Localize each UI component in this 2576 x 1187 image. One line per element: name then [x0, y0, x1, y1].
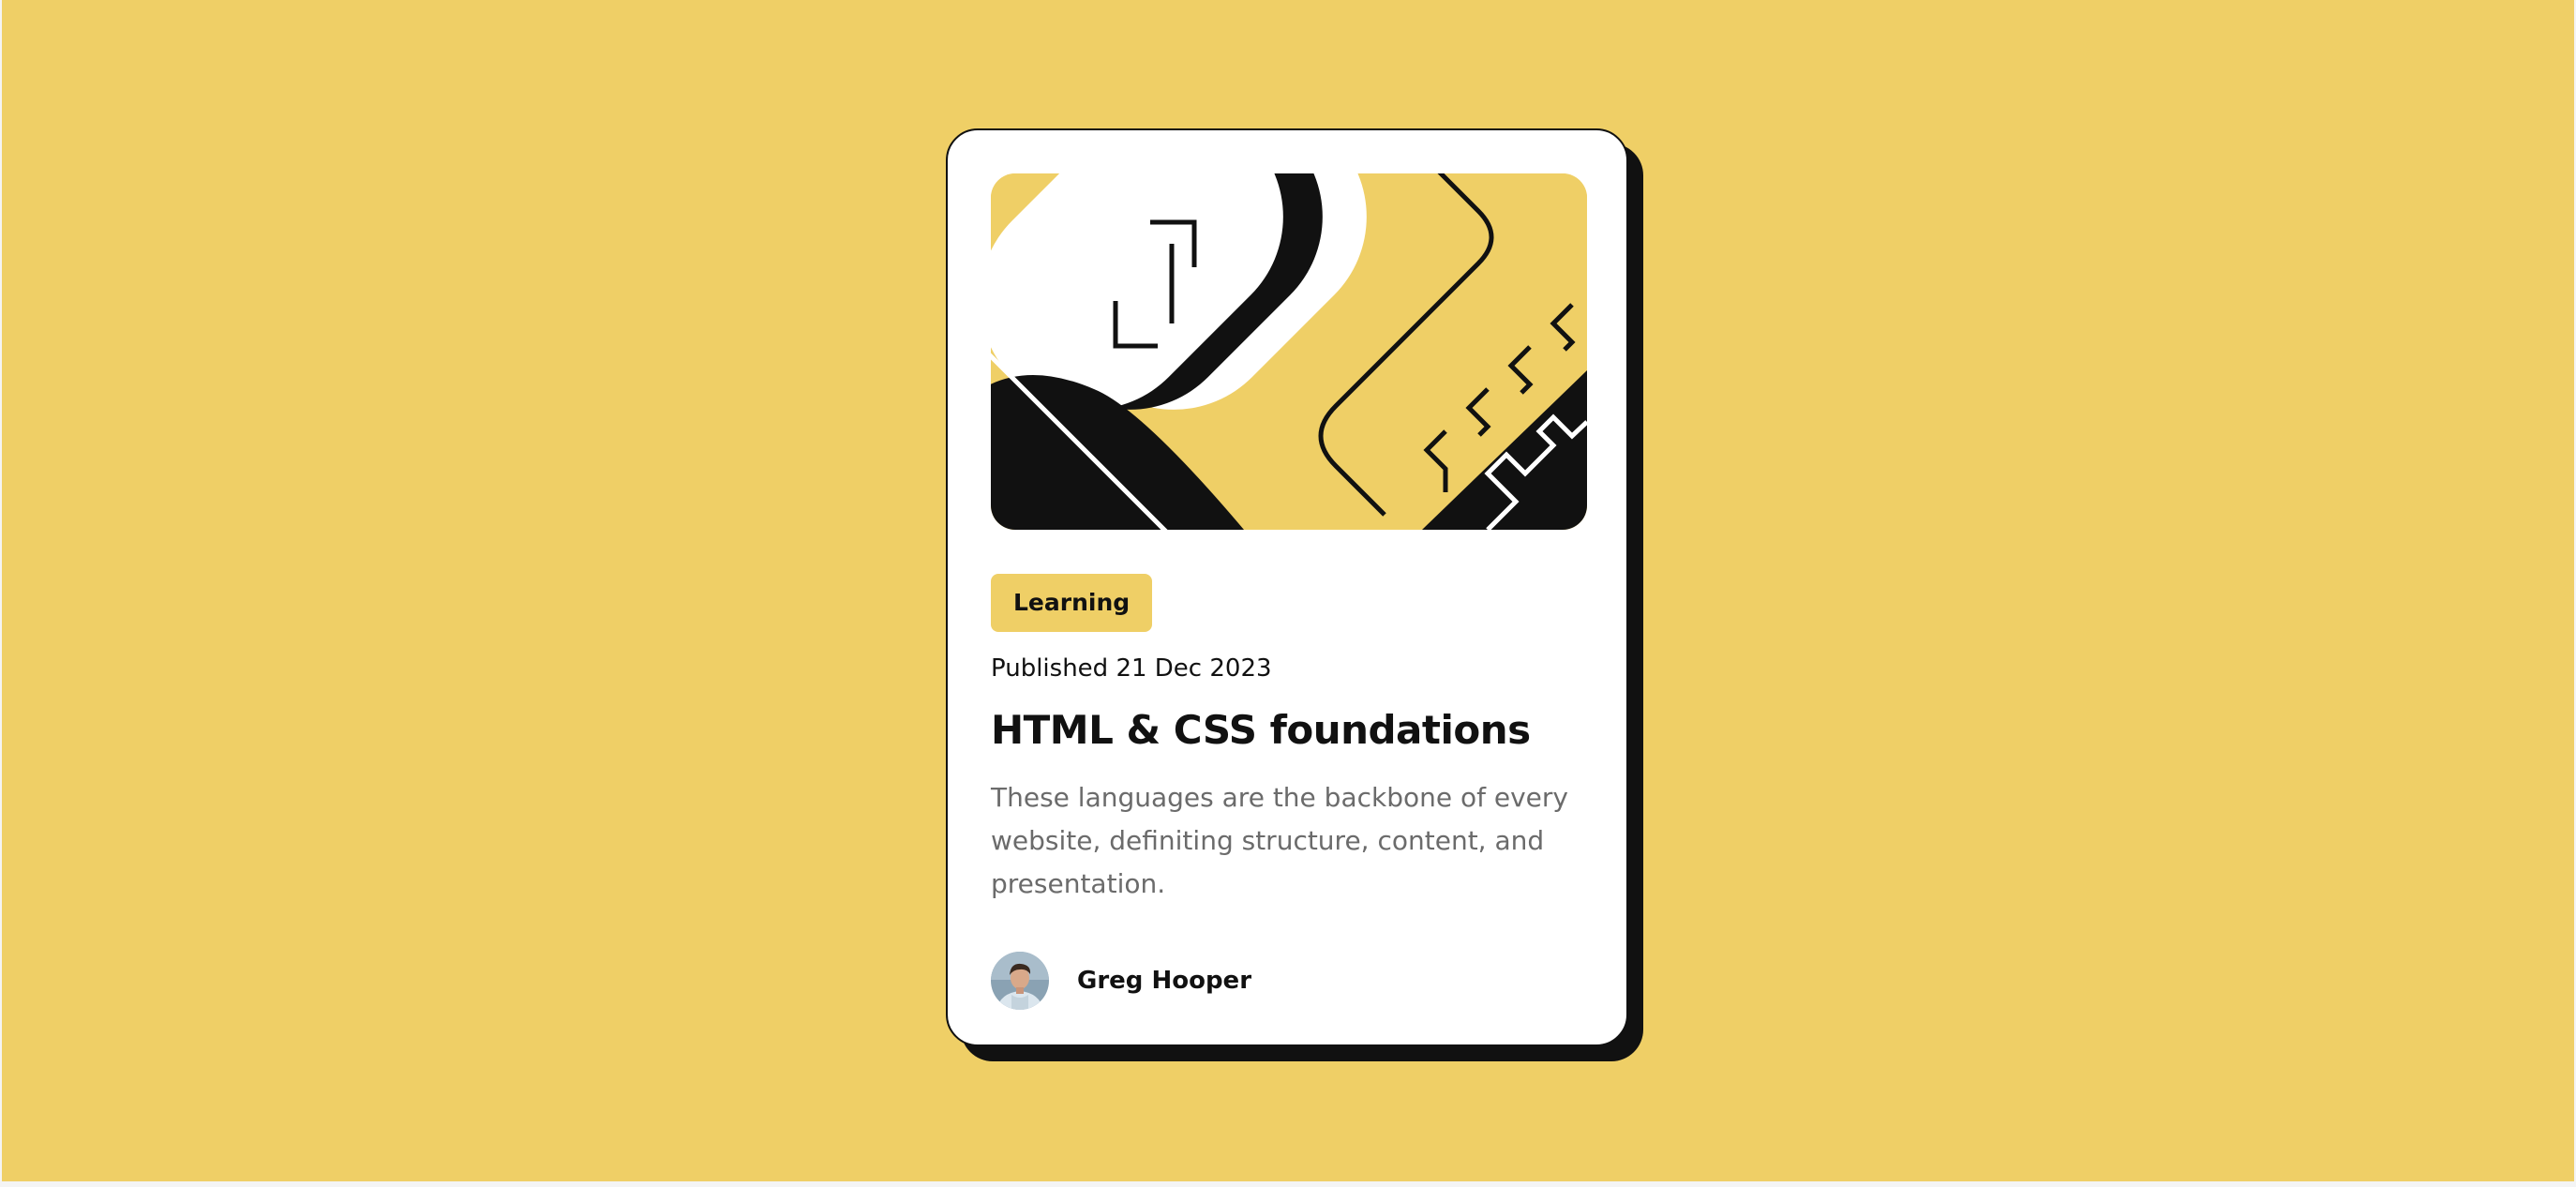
published-date: Published 21 Dec 2023 [991, 654, 1272, 683]
card-illustration [991, 173, 1587, 530]
author-name[interactable]: Greg Hooper [1077, 967, 1251, 995]
author-info: Greg Hooper [991, 951, 1251, 1011]
author-avatar [991, 952, 1049, 1010]
card-title[interactable]: HTML & CSS foundations [991, 700, 1531, 760]
blog-preview-card: Learning Published 21 Dec 2023 HTML & CS… [946, 128, 1628, 1046]
category-tag[interactable]: Learning [991, 574, 1153, 632]
page-background: Learning Published 21 Dec 2023 HTML & CS… [2, 0, 2574, 1181]
card-description: These languages are the backbone of ever… [991, 782, 1568, 899]
illustration-graphic [991, 173, 1587, 530]
